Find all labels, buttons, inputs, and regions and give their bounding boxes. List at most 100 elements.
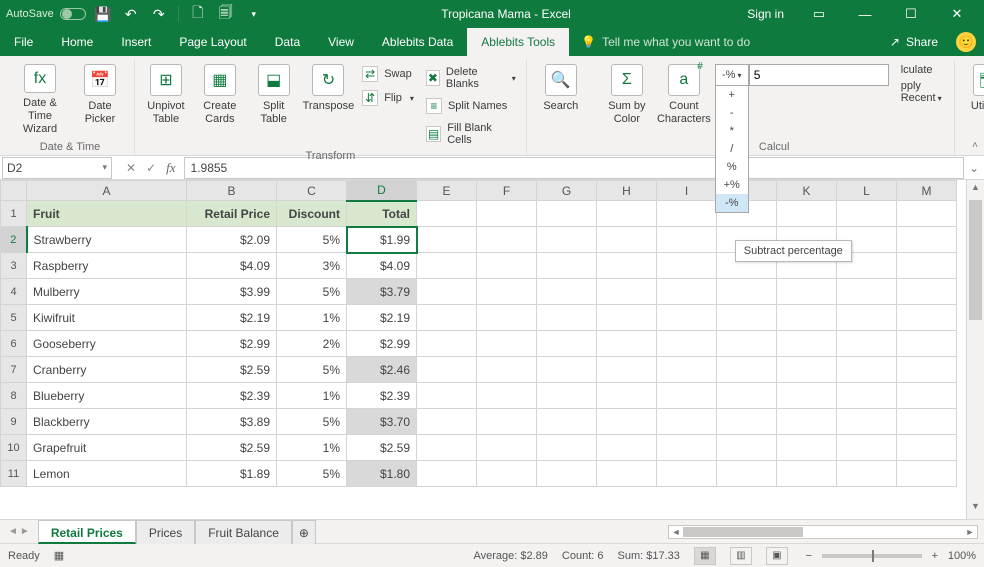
cell[interactable] (657, 279, 717, 305)
tab-view[interactable]: View (314, 28, 368, 56)
cell[interactable]: $2.46 (347, 357, 417, 383)
cell[interactable] (477, 279, 537, 305)
tab-insert[interactable]: Insert (107, 28, 165, 56)
qat-dropdown-icon[interactable]: ▾ (243, 3, 265, 25)
sheet-tab-fruit-balance[interactable]: Fruit Balance (195, 520, 292, 544)
cell[interactable] (537, 201, 597, 227)
cell[interactable] (597, 383, 657, 409)
row-header[interactable]: 11 (1, 461, 27, 487)
cell[interactable] (537, 227, 597, 253)
cell[interactable] (777, 409, 837, 435)
cell[interactable] (777, 331, 837, 357)
col-header-f[interactable]: F (477, 181, 537, 201)
cell[interactable] (837, 357, 897, 383)
accept-formula-icon[interactable]: ✓ (146, 161, 156, 175)
tab-ablebits-tools[interactable]: Ablebits Tools (467, 28, 569, 56)
feedback-smiley-icon[interactable]: 🙂 (956, 32, 976, 52)
cell[interactable] (837, 279, 897, 305)
name-box[interactable]: D2 ▾ (2, 157, 112, 179)
save-icon[interactable]: 💾 (92, 3, 114, 25)
cell[interactable] (537, 305, 597, 331)
row-header[interactable]: 1 (1, 201, 27, 227)
cell[interactable]: 5% (277, 409, 347, 435)
cell[interactable] (597, 435, 657, 461)
cell[interactable] (477, 357, 537, 383)
col-header-k[interactable]: K (777, 181, 837, 201)
cell[interactable]: Fruit (27, 201, 187, 227)
cell[interactable]: Kiwifruit (27, 305, 187, 331)
vertical-scrollbar[interactable]: ▲ ▼ (966, 180, 984, 519)
cancel-formula-icon[interactable]: ✕ (126, 161, 136, 175)
cell[interactable]: 5% (277, 279, 347, 305)
cell[interactable]: $2.59 (347, 435, 417, 461)
cell[interactable] (837, 409, 897, 435)
cell[interactable] (477, 461, 537, 487)
row-header[interactable]: 9 (1, 409, 27, 435)
cell[interactable]: $4.09 (187, 253, 277, 279)
cell[interactable] (417, 383, 477, 409)
cell[interactable] (417, 201, 477, 227)
cell[interactable]: Gooseberry (27, 331, 187, 357)
cell[interactable] (597, 357, 657, 383)
split-names-button[interactable]: ≡Split Names (422, 96, 520, 116)
col-header-b[interactable]: B (187, 181, 277, 201)
zoom-out-button[interactable]: − (802, 550, 816, 562)
cell[interactable] (897, 253, 957, 279)
cell[interactable]: Strawberry (27, 227, 187, 253)
cell[interactable]: Lemon (27, 461, 187, 487)
cell[interactable]: $3.79 (347, 279, 417, 305)
cell[interactable] (417, 331, 477, 357)
row-header[interactable]: 7 (1, 357, 27, 383)
cell[interactable] (657, 357, 717, 383)
cell[interactable] (777, 279, 837, 305)
cell[interactable] (777, 435, 837, 461)
calc-op-add-percent[interactable]: +% (716, 176, 748, 194)
col-header-a[interactable]: A (27, 181, 187, 201)
cell[interactable] (897, 409, 957, 435)
cell[interactable] (597, 409, 657, 435)
cell[interactable]: Cranberry (27, 357, 187, 383)
new-icon[interactable]: 🗋 (187, 3, 209, 25)
cell[interactable] (657, 331, 717, 357)
col-header-i[interactable]: I (657, 181, 717, 201)
cell[interactable] (417, 409, 477, 435)
col-header-e[interactable]: E (417, 181, 477, 201)
cell[interactable] (477, 305, 537, 331)
zoom-in-button[interactable]: + (928, 550, 942, 562)
cell[interactable] (657, 435, 717, 461)
cell[interactable]: $2.19 (187, 305, 277, 331)
cell[interactable]: $2.59 (187, 435, 277, 461)
cell[interactable]: $2.99 (347, 331, 417, 357)
hscroll-thumb[interactable] (683, 527, 803, 537)
flip-button[interactable]: ⇵Flip▾ (358, 88, 418, 108)
count-chars-button[interactable]: a#Count Characters (657, 60, 711, 136)
transpose-button[interactable]: ↻Transpose (303, 60, 355, 136)
spreadsheet-grid[interactable]: A B C D E F G H I J K L M 1FruitRetail P… (0, 180, 957, 487)
cell[interactable] (717, 279, 777, 305)
calc-op-plus[interactable]: + (716, 86, 748, 104)
cell[interactable]: $3.99 (187, 279, 277, 305)
cell[interactable]: 2% (277, 331, 347, 357)
cell[interactable]: $3.70 (347, 409, 417, 435)
cell[interactable] (897, 201, 957, 227)
cell[interactable] (417, 461, 477, 487)
select-all-corner[interactable] (1, 181, 27, 201)
sum-by-color-button[interactable]: ΣSum by Color (601, 60, 653, 136)
col-header-m[interactable]: M (897, 181, 957, 201)
date-time-wizard-button[interactable]: fx Date & Time Wizard (12, 60, 68, 136)
cell[interactable]: 5% (277, 461, 347, 487)
row-header[interactable]: 4 (1, 279, 27, 305)
cell[interactable]: Mulberry (27, 279, 187, 305)
tab-page-layout[interactable]: Page Layout (165, 28, 260, 56)
signin-link[interactable]: Sign in (747, 7, 784, 21)
cell[interactable] (537, 331, 597, 357)
cell[interactable]: $1.89 (187, 461, 277, 487)
cell[interactable] (897, 227, 957, 253)
horizontal-scrollbar[interactable]: ◄ ► (668, 525, 978, 539)
cell[interactable]: 5% (277, 357, 347, 383)
row-header[interactable]: 5 (1, 305, 27, 331)
cell[interactable] (597, 253, 657, 279)
cell[interactable] (537, 279, 597, 305)
cell[interactable] (417, 435, 477, 461)
unpivot-button[interactable]: ⊞Unpivot Table (141, 60, 191, 136)
